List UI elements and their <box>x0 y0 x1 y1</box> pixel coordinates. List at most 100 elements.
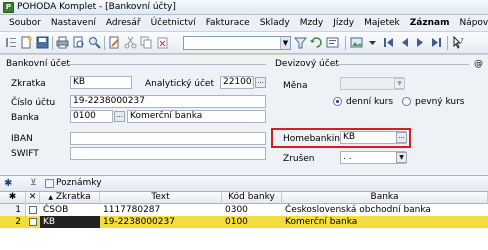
cell-text: 1117780287 <box>103 205 161 215</box>
bank-accounts-table: ✱ ✕ ▲ Zkratka Text Kód banky Banka 1 ČSO… <box>0 192 488 250</box>
header-banka[interactable]: Banka <box>282 192 488 204</box>
toolbar-separator <box>104 36 105 50</box>
iban-input[interactable] <box>70 132 266 145</box>
cell-banka: Československá obchodní banka <box>285 205 431 215</box>
menu-napoveda[interactable]: Nápověda <box>454 15 488 32</box>
refresh-icon[interactable] <box>310 36 323 49</box>
sort-asc-icon: ▲ <box>48 194 54 201</box>
toolbar-filter-combo[interactable]: ▼ <box>183 36 291 50</box>
daily-rate-label: denní kurs <box>346 97 394 107</box>
toolbar-grip-icon <box>4 36 17 49</box>
fixed-rate-label: pevný kurs <box>415 97 465 107</box>
agenda-tabbar: ✱ ⊻ Poznámky <box>0 175 488 192</box>
notes-icon <box>45 179 54 188</box>
menu-soubor[interactable]: Soubor <box>4 15 46 32</box>
menu-jizdy[interactable]: Jízdy <box>328 15 359 32</box>
cell-kod-banky: 0300 <box>225 205 248 215</box>
currency-group-title: Devizový účet <box>275 59 339 69</box>
previous-record-icon[interactable] <box>398 36 411 49</box>
bank-account-form: Bankovní účet Devizový účet @ Zkratka KB… <box>0 55 488 175</box>
print-preview-icon[interactable] <box>72 36 85 49</box>
delete-icon[interactable] <box>156 36 169 49</box>
analyticky-ucet-input[interactable]: 221001 <box>220 76 254 89</box>
save-icon[interactable] <box>36 36 49 49</box>
next-record-icon[interactable] <box>414 36 427 49</box>
row-number: 1 <box>0 204 26 216</box>
menu-mzdy[interactable]: Mzdy <box>295 15 329 32</box>
menu-bar: Soubor Nastavení Adresář Účetnictví Fakt… <box>0 15 488 32</box>
first-record-icon[interactable] <box>382 36 395 49</box>
toolbar-separator <box>52 36 53 50</box>
email-at-icon[interactable]: @ <box>474 59 483 69</box>
swift-input[interactable] <box>70 147 266 160</box>
toolbar: ▼ ? <box>0 32 488 54</box>
zkratka-input[interactable]: KB <box>70 76 132 89</box>
table-row-selected[interactable]: 2 KB 19-2238000237 0100 Komerční banka <box>0 216 488 228</box>
menu-ucetnictvi[interactable]: Účetnictví <box>146 15 201 32</box>
banka-code-input[interactable]: 0100 <box>70 110 113 123</box>
chevron-down-small-icon[interactable] <box>366 36 379 49</box>
group-divider <box>66 64 266 65</box>
menu-nastaveni[interactable]: Nastavení <box>46 15 101 32</box>
cell-kod-banky: 0100 <box>225 217 248 227</box>
homebanking-highlight <box>271 128 411 148</box>
fixed-rate-radio[interactable] <box>402 97 411 106</box>
find-icon[interactable] <box>88 36 101 49</box>
cislo-uctu-input[interactable]: 19-2238000237 <box>70 95 266 108</box>
iban-label: IBAN <box>11 134 33 144</box>
header-zkratka-label: Zkratka <box>55 192 91 202</box>
toolbar-separator <box>345 36 346 50</box>
checkbox-column-header-icon[interactable]: ✕ <box>26 192 40 204</box>
tab-poznamky[interactable]: Poznámky <box>42 176 106 191</box>
banka-label: Banka <box>11 113 39 123</box>
toolbar-separator <box>447 36 448 50</box>
menu-sklady[interactable]: Sklady <box>255 15 295 32</box>
row-selector-header-icon[interactable]: ✱ <box>0 192 26 204</box>
mena-chevron-down-icon[interactable]: ▼ <box>394 78 405 89</box>
copy-icon[interactable] <box>140 36 153 49</box>
header-text[interactable]: Text <box>100 192 222 204</box>
zrusen-chevron-down-icon[interactable]: ▼ <box>396 152 407 163</box>
new-record-icon[interactable] <box>20 36 33 49</box>
banka-name-field: Komerční banka <box>127 110 266 123</box>
menu-adresar[interactable]: Adresář <box>101 15 146 32</box>
reports-icon[interactable] <box>326 36 339 49</box>
daily-rate-radio[interactable] <box>333 97 342 106</box>
pohoda-app-icon: P <box>3 1 14 13</box>
menu-fakturace[interactable]: Fakturace <box>201 15 255 32</box>
zkratka-label: Zkratka <box>11 79 46 89</box>
star-icon[interactable]: ✱ <box>4 178 12 189</box>
analyticky-ucet-label: Analytický účet <box>145 79 214 89</box>
table-row[interactable]: 1 ČSOB 1117780287 0300 Československá ob… <box>0 204 488 216</box>
svg-text:?: ? <box>460 37 464 45</box>
row-checkbox[interactable] <box>29 218 37 226</box>
zrusen-label: Zrušen <box>283 154 315 164</box>
analyticky-ucet-browse-button[interactable]: ... <box>255 77 266 88</box>
row-number: 2 <box>0 216 26 228</box>
banka-browse-button[interactable]: ... <box>114 111 125 122</box>
edit-icon[interactable] <box>108 36 121 49</box>
chevron-down-icon[interactable]: ▼ <box>280 37 290 49</box>
attach-picture-icon[interactable] <box>350 36 363 49</box>
cell-text: 19-2238000237 <box>103 217 175 227</box>
last-record-icon[interactable] <box>430 36 443 49</box>
window-title: POHODA Komplet - [Bankovní účty] <box>17 2 176 12</box>
help-cursor-icon[interactable]: ? <box>452 35 465 49</box>
filter-icon[interactable]: ⊻ <box>30 178 37 188</box>
cislo-uctu-label: Číslo účtu <box>11 98 56 108</box>
cell-zkratka: KB <box>40 216 100 228</box>
menu-zaznam[interactable]: Záznam <box>405 15 455 32</box>
title-bar: P POHODA Komplet - [Bankovní účty] <box>0 0 488 15</box>
cell-zkratka: ČSOB <box>43 205 69 215</box>
filter-icon[interactable] <box>293 36 308 49</box>
header-kod-banky[interactable]: Kód banky <box>222 192 282 204</box>
group-divider <box>334 64 469 65</box>
swift-label: SWIFT <box>11 149 39 159</box>
print-icon[interactable] <box>56 36 69 49</box>
menu-majetek[interactable]: Majetek <box>359 15 405 32</box>
cell-banka: Komerční banka <box>285 217 358 227</box>
header-zkratka[interactable]: ▲ Zkratka <box>40 192 100 204</box>
cut-icon[interactable] <box>124 36 137 49</box>
row-checkbox[interactable] <box>29 206 37 214</box>
tab-poznamky-label: Poznámky <box>56 178 102 188</box>
